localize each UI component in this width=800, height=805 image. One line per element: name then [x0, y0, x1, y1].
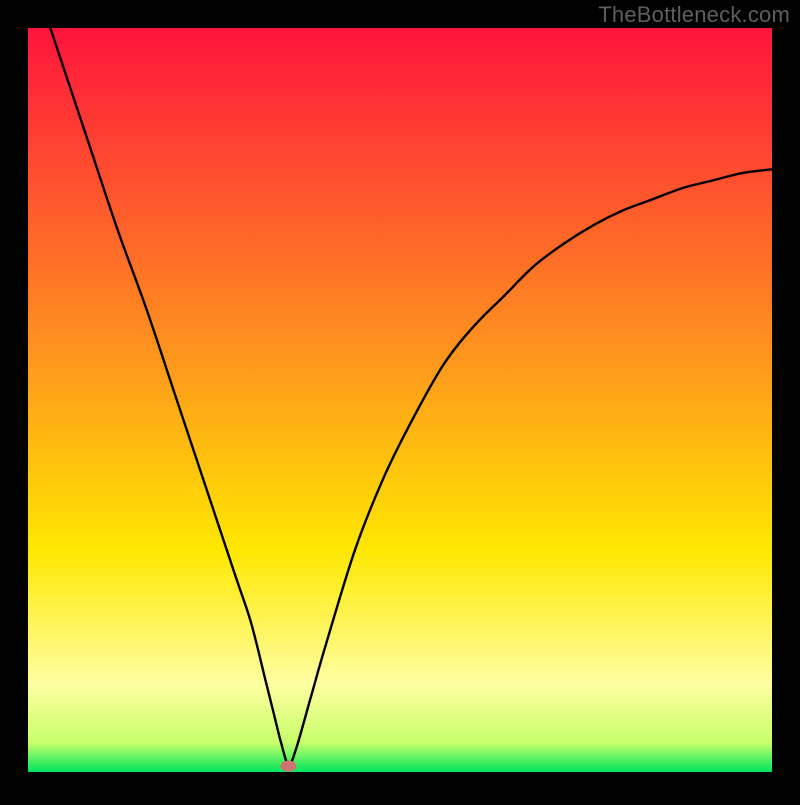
bottleneck-chart: [0, 0, 800, 800]
outer-frame: TheBottleneck.com: [0, 0, 800, 800]
watermark-text: TheBottleneck.com: [598, 2, 790, 28]
plot-area: [28, 28, 772, 772]
optimal-point-marker: [280, 761, 296, 772]
